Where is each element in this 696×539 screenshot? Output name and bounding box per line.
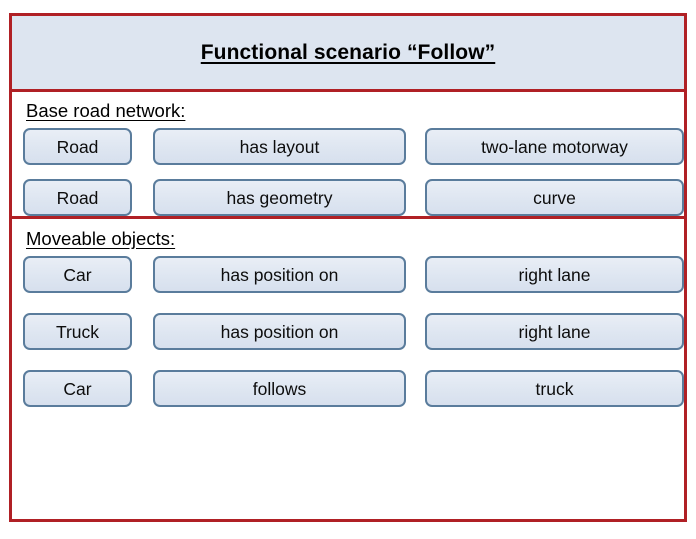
section-moveable-objects: Moveable objects: Car has position on ri… xyxy=(12,216,684,407)
section-base-road-network: Base road network: Road has layout two-l… xyxy=(12,92,684,216)
triple-subject[interactable]: Road xyxy=(23,179,132,216)
triple-predicate[interactable]: has layout xyxy=(153,128,406,165)
triple-object[interactable]: right lane xyxy=(425,256,684,293)
triple-predicate[interactable]: has position on xyxy=(153,256,406,293)
triple-object[interactable]: curve xyxy=(425,179,684,216)
table-row: Road has layout two-lane motorway xyxy=(23,128,684,165)
triple-predicate[interactable]: has position on xyxy=(153,313,406,350)
triple-object[interactable]: truck xyxy=(425,370,684,407)
triple-subject[interactable]: Car xyxy=(23,370,132,407)
section-label-moveable-objects: Moveable objects: xyxy=(26,228,176,249)
section-label-base-road-network: Base road network: xyxy=(26,100,186,121)
triple-object[interactable]: two-lane motorway xyxy=(425,128,684,165)
triple-object[interactable]: right lane xyxy=(425,313,684,350)
triple-subject[interactable]: Truck xyxy=(23,313,132,350)
triple-predicate[interactable]: follows xyxy=(153,370,406,407)
scenario-diagram-frame: Functional scenario “Follow” Base road n… xyxy=(9,13,687,522)
scenario-header: Functional scenario “Follow” xyxy=(12,16,684,92)
triple-subject[interactable]: Road xyxy=(23,128,132,165)
table-row: Truck has position on right lane xyxy=(23,313,684,350)
triple-predicate[interactable]: has geometry xyxy=(153,179,406,216)
triple-subject[interactable]: Car xyxy=(23,256,132,293)
table-row: Road has geometry curve xyxy=(23,179,684,216)
page-title: Functional scenario “Follow” xyxy=(200,40,496,64)
table-row: Car has position on right lane xyxy=(23,256,684,293)
table-row: Car follows truck xyxy=(23,370,684,407)
